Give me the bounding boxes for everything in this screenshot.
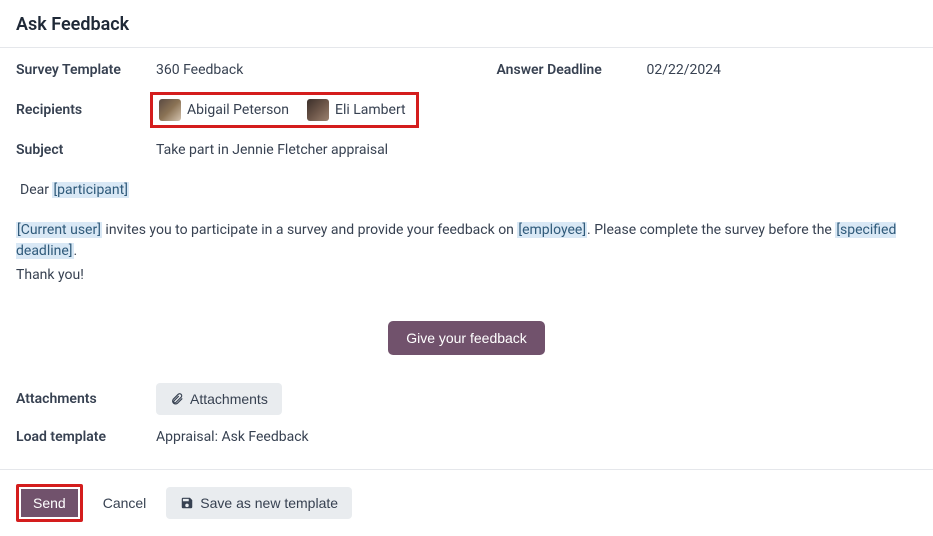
recipient-name: Eli Lambert — [335, 102, 406, 118]
greeting-prefix: Dear — [20, 182, 52, 198]
save-as-template-button[interactable]: Save as new template — [166, 487, 352, 519]
message-text: invites you to participate in a survey a… — [102, 222, 517, 238]
message-text: . — [74, 243, 78, 259]
save-icon — [180, 496, 194, 510]
subject-label: Subject — [16, 142, 156, 158]
send-button[interactable]: Send — [16, 484, 83, 522]
placeholder-employee: [employee] — [517, 222, 587, 238]
recipient-name: Abigail Peterson — [187, 102, 289, 118]
load-template-label: Load template — [16, 429, 156, 445]
page-title: Ask Feedback — [16, 14, 917, 35]
recipients-highlight-box: Abigail Peterson Eli Lambert — [150, 92, 419, 128]
cancel-button[interactable]: Cancel — [93, 487, 157, 519]
give-feedback-button[interactable]: Give your feedback — [388, 321, 545, 355]
message-text: . Please complete the survey before the — [587, 222, 835, 238]
subject-value[interactable]: Take part in Jennie Fletcher appraisal — [156, 142, 388, 158]
attachments-label: Attachments — [16, 391, 156, 407]
avatar — [159, 99, 181, 121]
save-as-template-label: Save as new template — [200, 495, 338, 511]
survey-template-label: Survey Template — [16, 62, 156, 78]
paperclip-icon — [170, 392, 184, 406]
attachments-button[interactable]: Attachments — [156, 383, 282, 415]
placeholder-participant: [participant] — [52, 182, 129, 198]
avatar — [307, 99, 329, 121]
recipients-label: Recipients — [16, 102, 156, 118]
message-body[interactable]: Dear [participant] [Current user] invite… — [0, 180, 933, 287]
survey-template-value[interactable]: 360 Feedback — [156, 62, 243, 78]
message-thanks: Thank you! — [16, 265, 917, 287]
answer-deadline-value[interactable]: 02/22/2024 — [647, 62, 722, 78]
placeholder-current-user: [Current user] — [16, 222, 102, 238]
attachments-button-label: Attachments — [190, 391, 268, 407]
recipient-chip[interactable]: Eli Lambert — [307, 99, 406, 121]
recipient-chip[interactable]: Abigail Peterson — [159, 99, 289, 121]
answer-deadline-label: Answer Deadline — [497, 62, 647, 78]
load-template-value[interactable]: Appraisal: Ask Feedback — [156, 429, 309, 445]
